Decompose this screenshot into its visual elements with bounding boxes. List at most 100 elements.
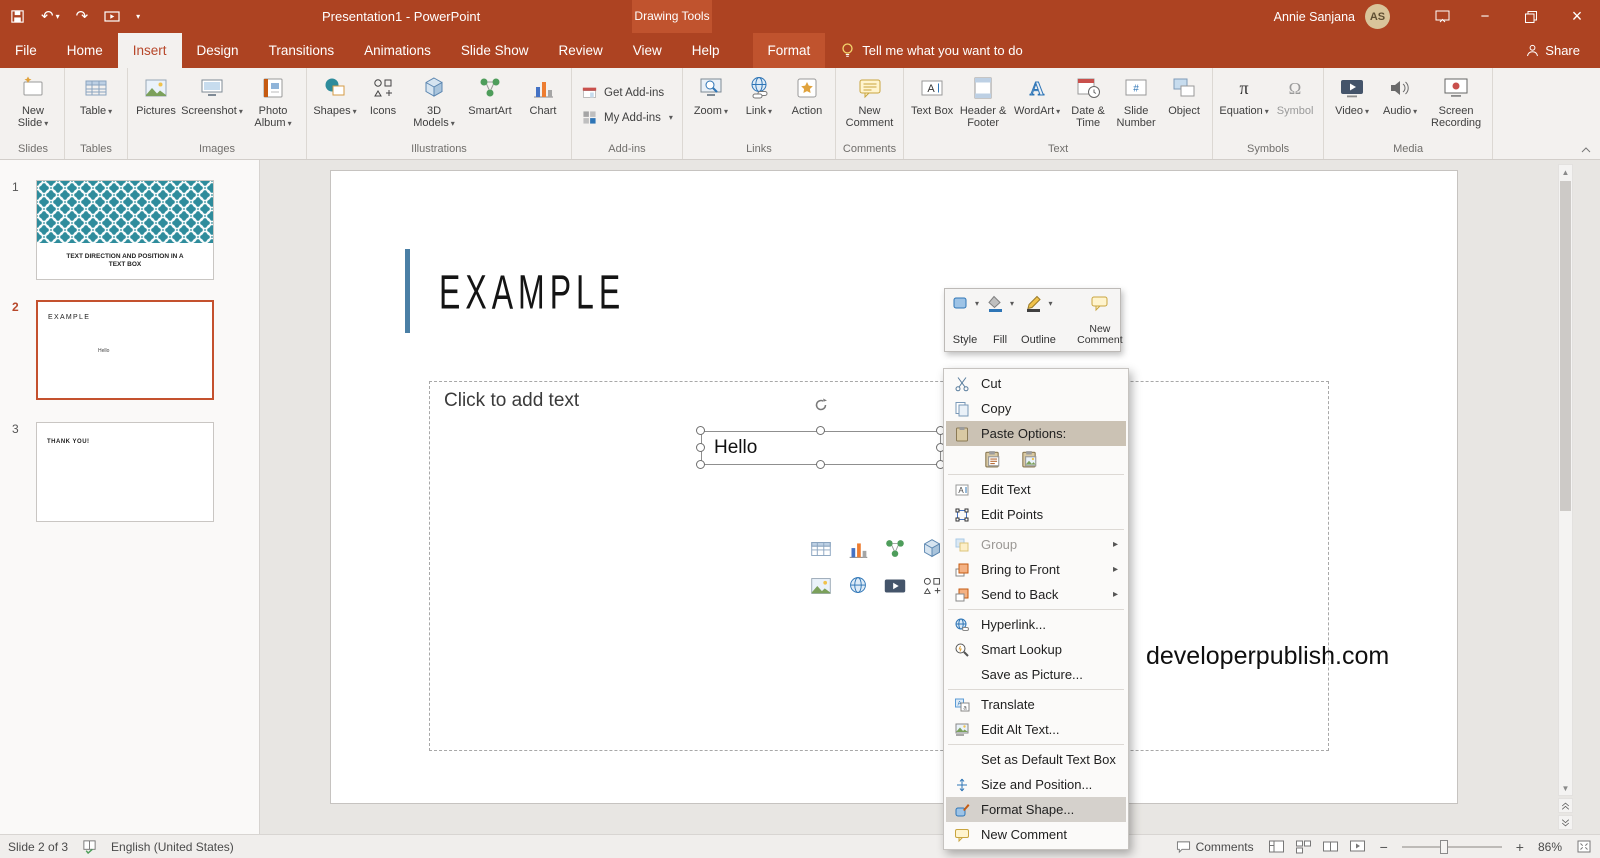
close-button[interactable]: × xyxy=(1554,0,1600,33)
scrollbar-thumb[interactable] xyxy=(1560,181,1571,511)
style-dropdown[interactable]: ▾ Style xyxy=(951,294,979,346)
rotate-handle[interactable] xyxy=(813,397,829,413)
zoom-slider[interactable] xyxy=(1401,839,1502,854)
selection-handle[interactable] xyxy=(696,426,705,435)
equation-button[interactable]: π Equation ▾ xyxy=(1218,70,1270,121)
tab-home[interactable]: Home xyxy=(52,33,118,68)
menu-item-edit-alt-text[interactable]: Edit Alt Text... xyxy=(946,717,1126,742)
share-button[interactable]: Share xyxy=(1506,33,1600,68)
customize-quick-access-caret[interactable]: ▾ xyxy=(136,12,140,21)
menu-item-size-and-position[interactable]: Size and Position... xyxy=(946,772,1126,797)
pictures-button[interactable]: Pictures xyxy=(133,70,179,120)
insert-online-picture-icon[interactable] xyxy=(844,572,872,600)
paste-picture-button[interactable] xyxy=(1017,447,1041,471)
previous-slide-button[interactable] xyxy=(1558,798,1573,813)
selection-handle[interactable] xyxy=(696,460,705,469)
scroll-down-icon[interactable]: ▼ xyxy=(1559,781,1572,795)
vertical-scrollbar[interactable]: ▲ ▼ xyxy=(1558,164,1573,796)
menu-item-hyperlink[interactable]: Hyperlink... xyxy=(946,612,1126,637)
zoom-slider-thumb[interactable] xyxy=(1439,839,1448,854)
menu-item-copy[interactable]: Copy xyxy=(946,396,1126,421)
3d-models-button[interactable]: 3D Models ▾ xyxy=(408,70,460,133)
next-slide-button[interactable] xyxy=(1558,815,1573,830)
save-button[interactable] xyxy=(10,9,25,24)
menu-item-new-comment[interactable]: New Comment xyxy=(946,822,1126,847)
slide-thumbnail-1[interactable]: TEXT DIRECTION AND POSITION IN A TEXT BO… xyxy=(36,180,214,280)
comments-toggle[interactable]: Comments xyxy=(1176,840,1254,854)
insert-picture-icon[interactable] xyxy=(807,572,835,600)
object-button[interactable]: Object xyxy=(1161,70,1207,120)
table-button[interactable]: Table ▾ xyxy=(70,70,122,121)
normal-view-button[interactable] xyxy=(1268,839,1285,854)
header-footer-button[interactable]: Header & Footer xyxy=(957,70,1009,132)
tab-view[interactable]: View xyxy=(618,33,677,68)
tab-review[interactable]: Review xyxy=(543,33,617,68)
text-box-button[interactable]: A Text Box xyxy=(909,70,955,120)
slide-number-button[interactable]: # Slide Number xyxy=(1113,70,1159,132)
start-from-beginning-button[interactable] xyxy=(104,10,120,24)
smartart-button[interactable]: SmartArt xyxy=(462,70,518,120)
menu-item-translate[interactable]: Aa Translate xyxy=(946,692,1126,717)
slide-editing-surface[interactable]: EXAMPLE Click to add text Hello develope… xyxy=(330,170,1458,804)
wordart-button[interactable]: A WordArt ▾ xyxy=(1011,70,1063,121)
slide-sorter-view-button[interactable] xyxy=(1295,839,1312,854)
insert-video-icon[interactable] xyxy=(881,572,909,600)
paste-keep-source-formatting-button[interactable] xyxy=(980,447,1004,471)
screenshot-button[interactable]: Screenshot ▾ xyxy=(181,70,243,121)
undo-dropdown-caret[interactable]: ▾ xyxy=(56,12,60,21)
slide-indicator[interactable]: Slide 2 of 3 xyxy=(8,840,68,854)
tell-me-box[interactable]: Tell me what you want to do xyxy=(825,33,1038,68)
slide-title-text[interactable]: EXAMPLE xyxy=(439,265,625,321)
menu-item-set-default-text-box[interactable]: Set as Default Text Box xyxy=(946,747,1126,772)
insert-table-icon[interactable] xyxy=(807,535,835,563)
new-comment-button[interactable]: New Comment xyxy=(842,70,898,132)
mini-new-comment-button[interactable]: New Comment xyxy=(1074,294,1126,346)
tab-format[interactable]: Format xyxy=(752,33,826,68)
menu-item-cut[interactable]: Cut xyxy=(946,371,1126,396)
menu-item-edit-points[interactable]: Edit Points xyxy=(946,502,1126,527)
video-button[interactable]: Video ▾ xyxy=(1329,70,1375,121)
menu-item-smart-lookup[interactable]: Smart Lookup xyxy=(946,637,1126,662)
reading-view-button[interactable] xyxy=(1322,839,1339,854)
zoom-out-button[interactable]: − xyxy=(1380,839,1388,855)
menu-item-bring-to-front[interactable]: Bring to Front ▸ xyxy=(946,557,1126,582)
shapes-button[interactable]: Shapes ▾ xyxy=(312,70,358,121)
action-button[interactable]: Action xyxy=(784,70,830,120)
fill-dropdown[interactable]: ▾ Fill xyxy=(986,294,1014,346)
link-button[interactable]: Link ▾ xyxy=(736,70,782,121)
photo-album-button[interactable]: Photo Album ▾ xyxy=(245,70,301,133)
ribbon-display-options-icon[interactable] xyxy=(1422,0,1462,33)
slide-thumbnail-3[interactable]: THANK YOU! xyxy=(36,422,214,522)
menu-item-format-shape[interactable]: Format Shape... xyxy=(946,797,1126,822)
outline-dropdown[interactable]: ▾ Outline xyxy=(1021,294,1056,346)
insert-3d-model-icon[interactable] xyxy=(918,535,946,563)
tab-design[interactable]: Design xyxy=(182,33,254,68)
scroll-up-icon[interactable]: ▲ xyxy=(1559,165,1572,179)
zoom-in-button[interactable]: + xyxy=(1516,839,1524,855)
screen-recording-button[interactable]: Screen Recording xyxy=(1425,70,1487,132)
selection-handle[interactable] xyxy=(696,443,705,452)
undo-button[interactable]: ↶ ▾ xyxy=(41,9,60,24)
tab-insert[interactable]: Insert xyxy=(117,33,182,68)
tab-file[interactable]: File xyxy=(0,33,52,68)
fit-slide-to-window-button[interactable] xyxy=(1576,839,1592,854)
redo-button[interactable]: ↷ xyxy=(76,9,89,24)
insert-icons-icon[interactable] xyxy=(918,572,946,600)
collapse-ribbon-icon[interactable] xyxy=(1580,145,1592,155)
spell-check-icon[interactable] xyxy=(82,839,97,854)
hello-text[interactable]: Hello xyxy=(714,432,757,464)
tab-help[interactable]: Help xyxy=(677,33,735,68)
avatar[interactable]: AS xyxy=(1365,4,1390,29)
zoom-button[interactable]: Zoom ▾ xyxy=(688,70,734,121)
menu-item-edit-text[interactable]: A Edit Text xyxy=(946,477,1126,502)
insert-chart-icon[interactable] xyxy=(844,535,872,563)
date-time-button[interactable]: Date & Time xyxy=(1065,70,1111,132)
slide-show-button[interactable] xyxy=(1349,839,1366,854)
restore-button[interactable] xyxy=(1508,0,1554,33)
tab-animations[interactable]: Animations xyxy=(349,33,446,68)
minimize-button[interactable]: − xyxy=(1462,0,1508,33)
menu-item-send-to-back[interactable]: Send to Back ▸ xyxy=(946,582,1126,607)
icons-button[interactable]: Icons xyxy=(360,70,406,120)
my-add-ins-button[interactable]: My Add-ins ▾ xyxy=(581,109,673,126)
zoom-level[interactable]: 86% xyxy=(1538,840,1562,854)
